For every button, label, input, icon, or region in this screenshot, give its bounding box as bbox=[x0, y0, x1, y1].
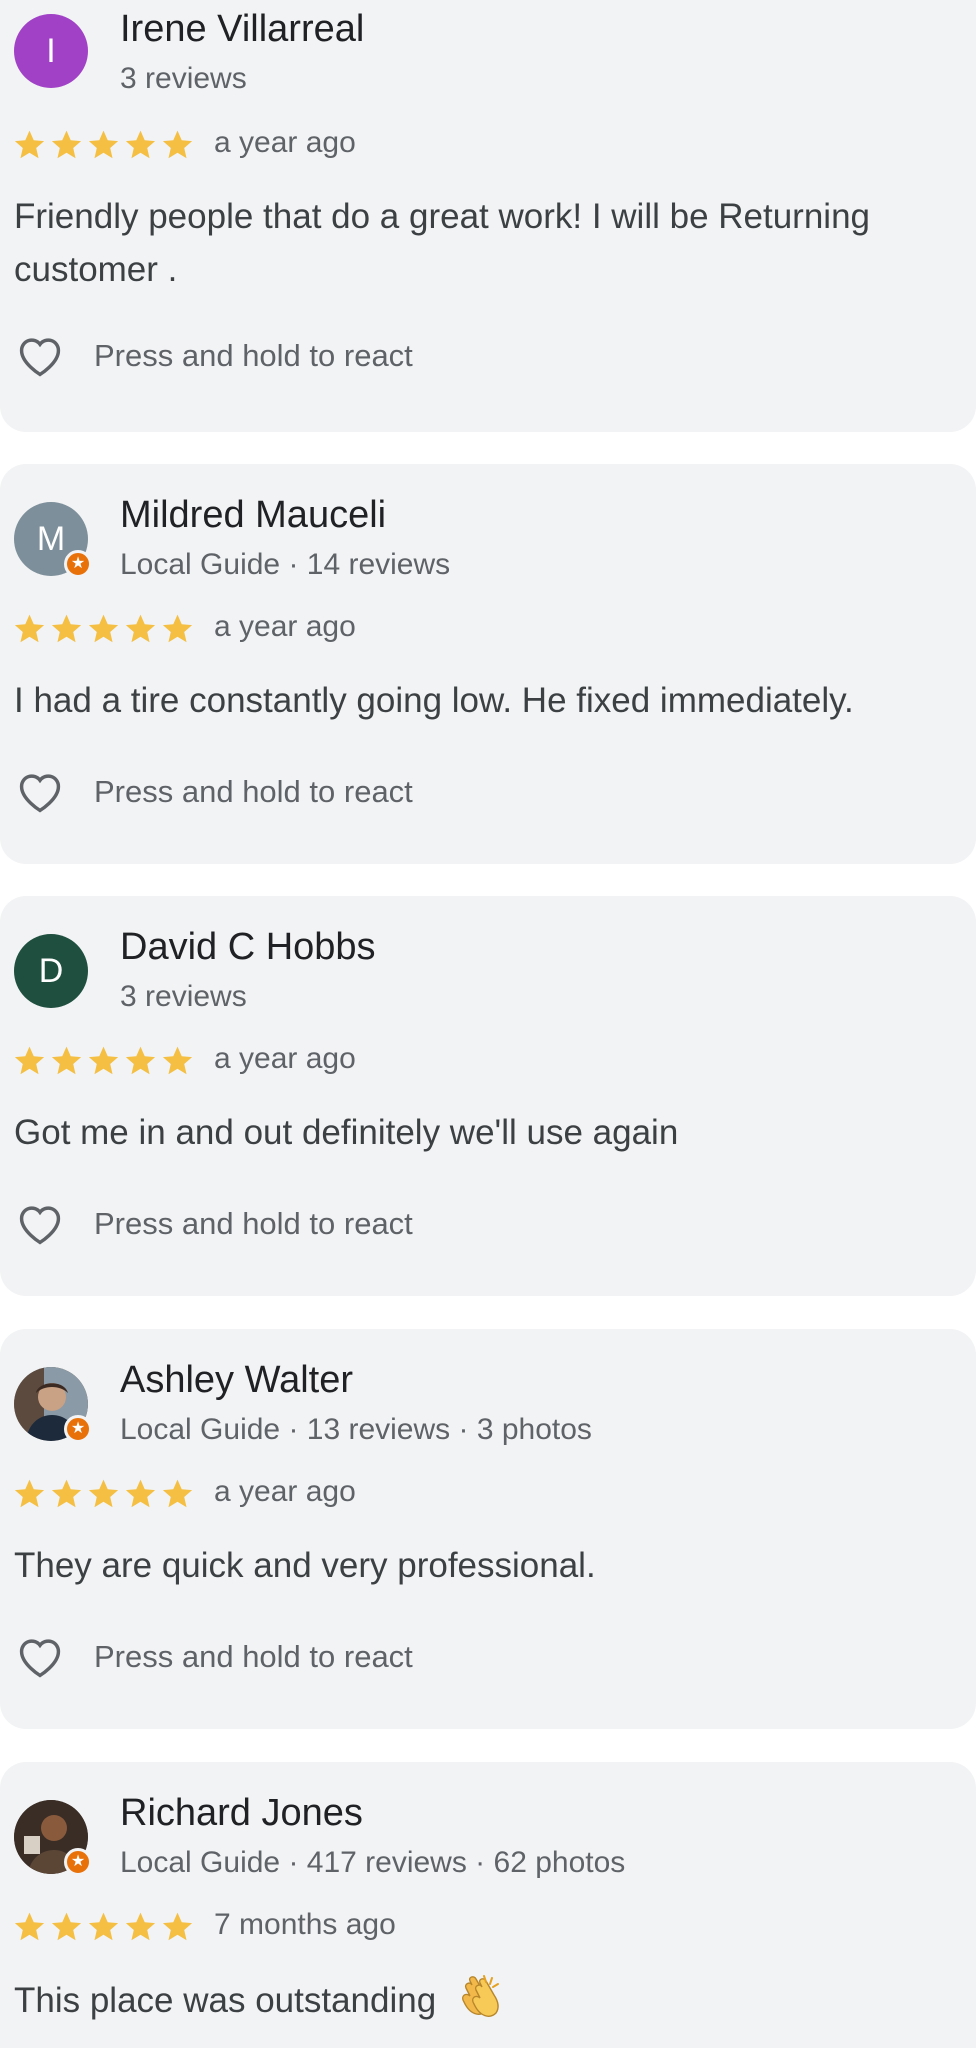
avatar-letter: D bbox=[38, 951, 64, 990]
local-guide-badge-icon: ★ bbox=[64, 550, 92, 578]
star-icon bbox=[162, 1912, 193, 1941]
reviewer-name[interactable]: Ashley Walter bbox=[120, 1359, 353, 1402]
heart-icon bbox=[19, 1639, 61, 1678]
star-icon bbox=[14, 130, 45, 159]
star-icon bbox=[51, 1912, 82, 1941]
review-card: ★ Ashley Walter Local Guide · 13 reviews… bbox=[0, 1329, 976, 1729]
review-text: I had a tire constantly going low. He fi… bbox=[14, 681, 854, 720]
star-rating bbox=[12, 1477, 195, 1512]
heart-icon bbox=[19, 774, 61, 813]
star-rating bbox=[12, 612, 195, 647]
reviewer-meta: Local Guide · 417 reviews · 62 photos bbox=[120, 1846, 626, 1879]
review-card: I Irene Villarreal 3 reviews a year ago … bbox=[0, 0, 976, 432]
react-label: Press and hold to react bbox=[94, 338, 413, 373]
star-rating bbox=[12, 128, 195, 163]
star-icon bbox=[14, 1046, 45, 1075]
star-icon bbox=[162, 130, 193, 159]
star-icon bbox=[162, 1046, 193, 1075]
review-card: M ★ Mildred Mauceli Local Guide · 14 rev… bbox=[0, 464, 976, 864]
avatar[interactable]: ★ bbox=[14, 1800, 92, 1876]
star-icon bbox=[125, 1912, 156, 1941]
star-icon bbox=[88, 1046, 119, 1075]
avatar[interactable]: I bbox=[14, 14, 88, 88]
review-time: a year ago bbox=[214, 610, 356, 643]
star-rating bbox=[12, 1910, 195, 1945]
avatar-letter: I bbox=[46, 31, 56, 70]
avatar-letter: M bbox=[36, 519, 66, 558]
local-guide-badge-icon: ★ bbox=[64, 1415, 92, 1443]
review-time: a year ago bbox=[214, 1475, 356, 1508]
star-rating bbox=[12, 1044, 195, 1079]
review-time: a year ago bbox=[214, 126, 356, 159]
review-text: Got me in and out definitely we'll use a… bbox=[14, 1113, 679, 1152]
review-text: This place was outstanding bbox=[14, 1972, 964, 2027]
react-label: Press and hold to react bbox=[94, 1639, 413, 1674]
clapping-hands-emoji-icon bbox=[461, 1975, 499, 2017]
avatar[interactable]: D bbox=[14, 934, 88, 1008]
star-icon bbox=[125, 1046, 156, 1075]
reviewer-name[interactable]: David C Hobbs bbox=[120, 926, 376, 969]
star-icon bbox=[51, 130, 82, 159]
react-label: Press and hold to react bbox=[94, 1206, 413, 1241]
react-button[interactable]: Press and hold to react bbox=[12, 330, 413, 382]
review-card: ★ Richard Jones Local Guide · 417 review… bbox=[0, 1762, 976, 2048]
star-icon bbox=[51, 1479, 82, 1508]
react-button[interactable]: Press and hold to react bbox=[12, 766, 413, 818]
reviewer-meta: Local Guide · 14 reviews bbox=[120, 548, 451, 581]
avatar[interactable]: M ★ bbox=[14, 502, 92, 578]
star-icon bbox=[162, 1479, 193, 1508]
heart-icon bbox=[19, 1206, 61, 1245]
star-icon bbox=[125, 130, 156, 159]
review-text: Friendly people that do a great work! I … bbox=[14, 197, 871, 289]
review-card: D David C Hobbs 3 reviews a year ago Got… bbox=[0, 896, 976, 1296]
star-icon bbox=[51, 1046, 82, 1075]
star-icon bbox=[14, 614, 45, 643]
star-icon bbox=[14, 1479, 45, 1508]
react-label: Press and hold to react bbox=[94, 774, 413, 809]
review-text: They are quick and very professional. bbox=[14, 1546, 596, 1585]
star-icon bbox=[14, 1912, 45, 1941]
star-icon bbox=[88, 1479, 119, 1508]
star-icon bbox=[125, 1479, 156, 1508]
reviewer-meta: 3 reviews bbox=[120, 62, 247, 95]
star-icon bbox=[162, 614, 193, 643]
reviewer-meta: 3 reviews bbox=[120, 980, 247, 1013]
star-icon bbox=[88, 614, 119, 643]
reviewer-meta: Local Guide · 13 reviews · 3 photos bbox=[120, 1413, 592, 1446]
local-guide-badge-icon: ★ bbox=[64, 1848, 92, 1876]
review-time: 7 months ago bbox=[214, 1908, 396, 1941]
avatar[interactable]: ★ bbox=[14, 1367, 92, 1443]
review-text-content: This place was outstanding bbox=[14, 1981, 437, 2020]
review-time: a year ago bbox=[214, 1042, 356, 1075]
reviewer-name[interactable]: Richard Jones bbox=[120, 1792, 363, 1835]
heart-icon bbox=[19, 338, 61, 377]
react-button[interactable]: Press and hold to react bbox=[12, 1631, 413, 1683]
star-icon bbox=[88, 130, 119, 159]
star-icon bbox=[88, 1912, 119, 1941]
reviewer-name[interactable]: Mildred Mauceli bbox=[120, 494, 386, 537]
star-icon bbox=[125, 614, 156, 643]
reviews-feed: I Irene Villarreal 3 reviews a year ago … bbox=[0, 0, 976, 2048]
star-icon bbox=[51, 614, 82, 643]
react-button[interactable]: Press and hold to react bbox=[12, 1198, 413, 1250]
reviewer-name[interactable]: Irene Villarreal bbox=[120, 8, 364, 51]
